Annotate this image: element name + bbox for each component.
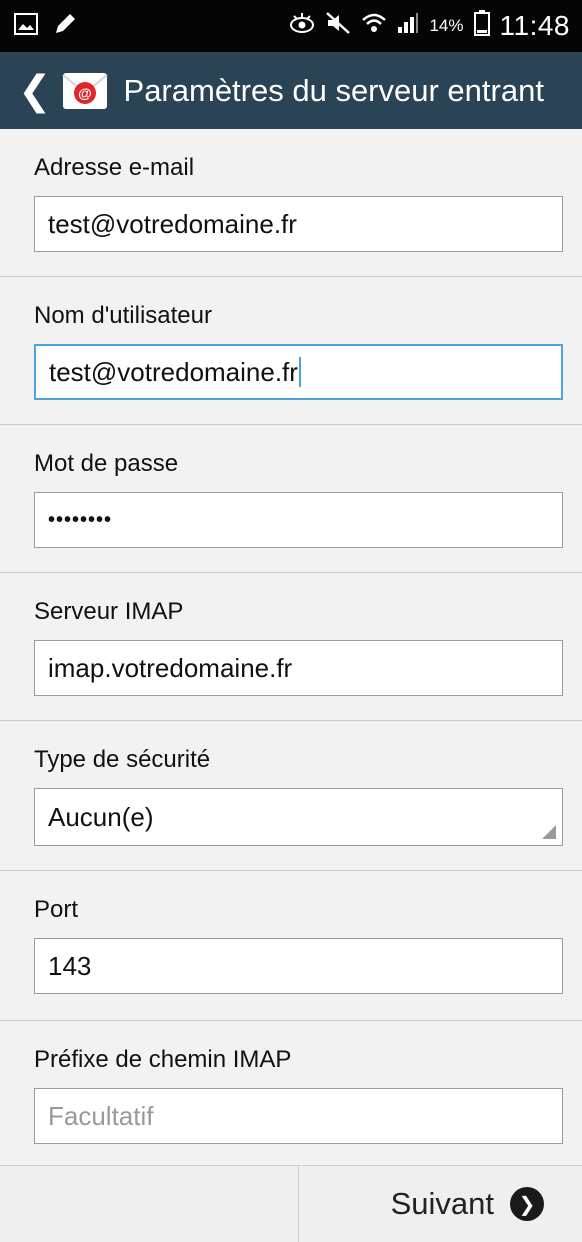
imap-server-field[interactable]: imap.votredomaine.fr — [34, 640, 563, 696]
email-section: Adresse e-mail test@votredomaine.fr — [0, 129, 582, 277]
signal-icon — [397, 12, 419, 41]
text-cursor — [298, 357, 301, 387]
battery-percent: 14% — [429, 16, 464, 35]
port-section: Port 143 — [0, 871, 582, 1021]
port-label: Port — [34, 896, 79, 923]
imap-prefix-field[interactable]: Facultatif — [34, 1088, 563, 1144]
chevron-left-icon[interactable]: ❮ — [18, 71, 52, 111]
username-label: Nom d'utilisateur — [34, 302, 212, 329]
email-app-icon: @ — [61, 71, 108, 111]
battery-icon — [473, 9, 490, 43]
page-title: Paramètres du serveur entrant — [123, 72, 544, 108]
bottom-bar-left — [0, 1166, 299, 1242]
imap-server-label: Serveur IMAP — [34, 598, 184, 625]
svg-text:@: @ — [78, 85, 92, 101]
imap-prefix-placeholder: Facultatif — [48, 1100, 154, 1131]
imap-prefix-label: Préfixe de chemin IMAP — [34, 1046, 292, 1073]
edit-icon — [52, 11, 78, 42]
password-field[interactable]: •••••••• — [34, 492, 563, 548]
dropdown-corner-icon — [542, 825, 556, 839]
security-type-label: Type de sécurité — [34, 746, 211, 773]
imap-server-section: Serveur IMAP imap.votredomaine.fr — [0, 573, 582, 721]
port-value: 143 — [48, 950, 92, 981]
image-icon — [14, 12, 38, 40]
username-value: test@votredomaine.fr — [49, 356, 298, 387]
imap-prefix-section: Préfixe de chemin IMAP Facultatif — [0, 1021, 582, 1161]
next-button[interactable]: Suivant ❯ — [299, 1166, 582, 1242]
username-section: Nom d'utilisateur test@votredomaine.fr — [0, 277, 582, 425]
security-type-section: Type de sécurité Aucun(e) — [0, 721, 582, 871]
email-field[interactable]: test@votredomaine.fr — [34, 196, 563, 252]
wifi-icon — [361, 11, 387, 42]
port-field[interactable]: 143 — [34, 938, 563, 994]
password-label: Mot de passe — [34, 450, 179, 477]
username-field[interactable]: test@votredomaine.fr — [34, 344, 563, 400]
email-value: test@votredomaine.fr — [48, 208, 297, 239]
email-label: Adresse e-mail — [34, 154, 195, 181]
next-button-label: Suivant — [390, 1186, 494, 1221]
security-type-value: Aucun(e) — [48, 801, 154, 832]
action-bar: ❮ @ Paramètres du serveur entrant — [0, 52, 582, 129]
arrow-right-circle-icon: ❯ — [510, 1187, 544, 1221]
password-section: Mot de passe •••••••• — [0, 425, 582, 573]
status-time: 11:48 — [499, 10, 570, 41]
status-bar: 14% 11:48 — [0, 0, 582, 52]
bottom-bar: Suivant ❯ — [0, 1165, 582, 1242]
password-value: •••••••• — [48, 508, 113, 531]
eye-icon — [289, 12, 315, 41]
imap-server-value: imap.votredomaine.fr — [48, 652, 293, 683]
mute-icon — [325, 11, 351, 42]
security-type-select[interactable]: Aucun(e) — [34, 788, 563, 846]
